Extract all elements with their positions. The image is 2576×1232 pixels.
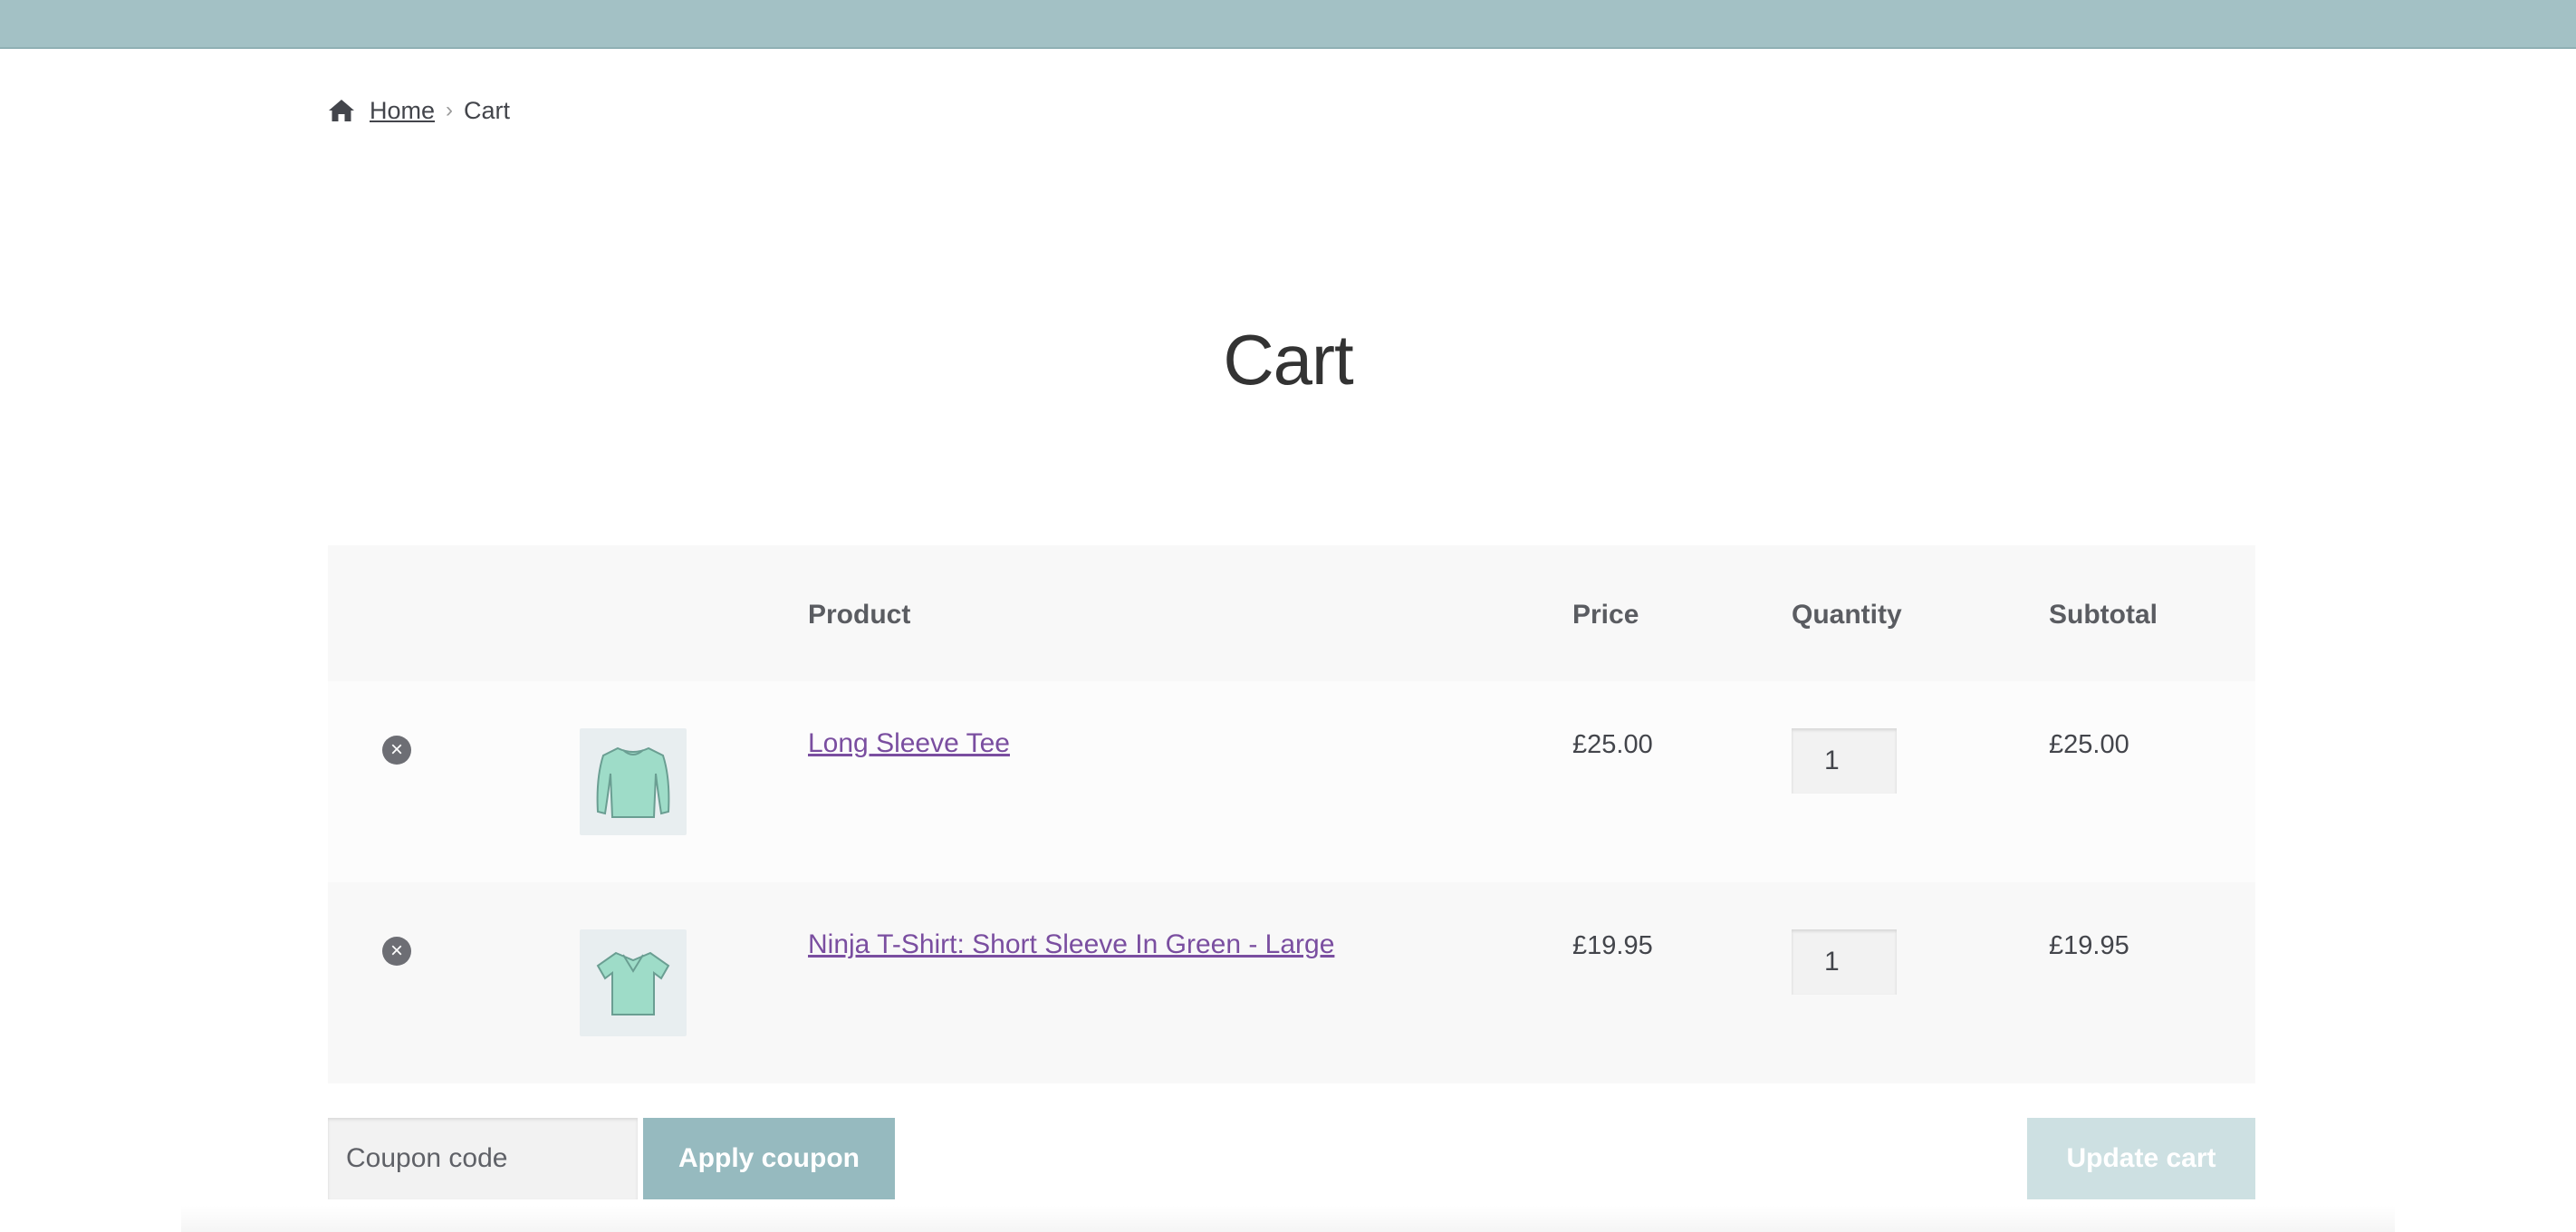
breadcrumb-current: Cart bbox=[464, 96, 511, 124]
product-subtotal: £19.95 bbox=[2049, 931, 2129, 960]
update-cart-button[interactable]: Update cart bbox=[2027, 1118, 2255, 1199]
ninja-t-shirt-thumbnail[interactable] bbox=[580, 929, 687, 1036]
table-row: × Long Sleeve Tee £25.00 £25.00 bbox=[328, 681, 2255, 882]
quantity-input[interactable] bbox=[1792, 929, 1897, 995]
breadcrumb: Home › Cart bbox=[328, 94, 510, 127]
remove-circle-icon[interactable]: × bbox=[382, 736, 411, 765]
product-link[interactable]: Ninja T-Shirt: Short Sleeve In Green - L… bbox=[808, 929, 1334, 960]
table-row: × Ninja T-Shirt: Short Sleeve In Green -… bbox=[328, 882, 2255, 1083]
cart-table: Product Price Quantity Subtotal × Long S… bbox=[328, 545, 2255, 1083]
column-header-subtotal: Subtotal bbox=[2049, 600, 2158, 630]
remove-circle-icon[interactable]: × bbox=[382, 937, 411, 966]
product-link[interactable]: Long Sleeve Tee bbox=[808, 728, 1010, 759]
long-sleeve-tee-thumbnail[interactable] bbox=[580, 728, 687, 835]
apply-coupon-button[interactable]: Apply coupon bbox=[643, 1118, 895, 1199]
site-header-bar bbox=[0, 0, 2576, 49]
breadcrumb-home-link[interactable]: Home bbox=[370, 97, 435, 125]
bottom-shadow bbox=[181, 1205, 2395, 1232]
home-icon bbox=[328, 98, 355, 123]
quantity-input[interactable] bbox=[1792, 728, 1897, 794]
product-price: £19.95 bbox=[1572, 931, 1653, 960]
column-header-quantity: Quantity bbox=[1792, 600, 1902, 630]
product-subtotal: £25.00 bbox=[2049, 730, 2129, 759]
breadcrumb-separator: › bbox=[446, 98, 454, 122]
column-header-price: Price bbox=[1572, 600, 1639, 630]
page-title: Cart bbox=[1223, 320, 1353, 400]
product-price: £25.00 bbox=[1572, 730, 1653, 759]
column-header-product: Product bbox=[808, 600, 911, 630]
cart-actions: Apply coupon Update cart bbox=[328, 1118, 2255, 1199]
table-header: Product Price Quantity Subtotal bbox=[328, 545, 2255, 681]
coupon-code-input[interactable] bbox=[328, 1118, 638, 1199]
